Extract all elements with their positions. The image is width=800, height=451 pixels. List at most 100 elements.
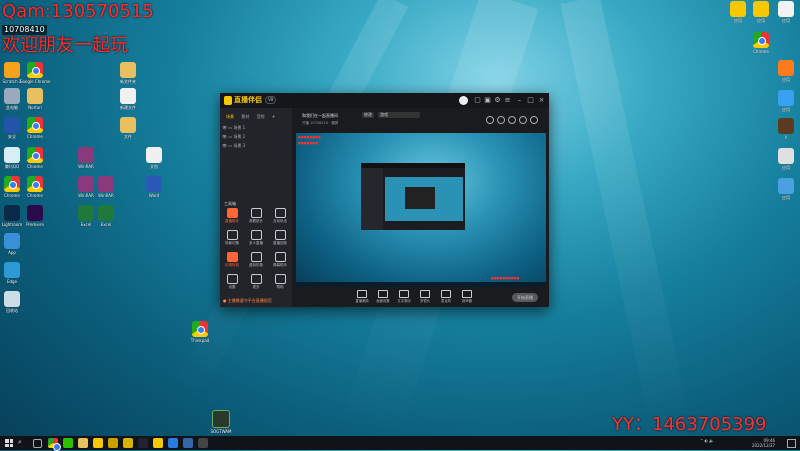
desktop-shortcut[interactable]: Google Chrome <box>19 62 51 84</box>
message-icon[interactable]: ▢ <box>474 97 481 104</box>
skin-icon[interactable]: ▣ <box>484 97 491 104</box>
desktop-shortcut[interactable]: Chrome <box>19 147 51 169</box>
desktop-shortcut[interactable]: 应用 <box>770 148 800 170</box>
preview-overlay-text: ■■■■■■■ <box>298 141 318 145</box>
desktop-shortcut[interactable]: Chrome <box>19 117 51 139</box>
avatar[interactable] <box>459 96 468 105</box>
toolbar-button[interactable]: 扬声器 <box>457 290 477 303</box>
live-preview[interactable]: ■■■■■■■■ ■■■■■■■ ■■■■■■■■■■ <box>296 133 546 287</box>
add-icon[interactable]: + <box>272 114 275 119</box>
desktop-shortcut[interactable]: App <box>0 233 28 255</box>
maximize-icon[interactable]: □ <box>527 97 534 104</box>
app-icon[interactable] <box>183 438 193 448</box>
desktop-shortcut[interactable]: 新建文件 <box>112 88 144 110</box>
menu-icon[interactable]: ≡ <box>504 97 511 104</box>
tray-icons[interactable]: ⌃ ◐ 🔈 <box>700 438 714 443</box>
scene-item[interactable]: 👁 ▭ 场景 2 <box>222 134 245 140</box>
toolbar-button[interactable]: 直播美颜 <box>352 290 372 303</box>
app-name: 直播伴侣 <box>234 96 262 104</box>
app-icon[interactable] <box>123 438 133 448</box>
toolbar-button[interactable]: 麦克风 <box>436 290 456 303</box>
avatar-icon <box>250 252 262 262</box>
record-icon[interactable] <box>508 116 516 124</box>
app-icon[interactable] <box>138 438 148 448</box>
streaming-app-window: 直播伴侣 V8 ▢ ▣ ⚙ ≡ – □ × 场景 素材 音频 + 👁 ▭ 场景 … <box>220 93 549 307</box>
tool-item[interactable]: 直播助手 <box>222 208 242 224</box>
tool-item[interactable]: 互动玩法 <box>270 208 290 224</box>
settings-icon[interactable]: ⚙ <box>494 97 501 104</box>
v-icon <box>778 118 794 134</box>
chrome-icon[interactable] <box>48 438 61 451</box>
screenshot-icon[interactable] <box>497 116 505 124</box>
start-live-button[interactable]: 开始直播 <box>512 293 538 302</box>
desktop-shortcut[interactable]: 应用 <box>770 178 800 200</box>
toolbar-button[interactable]: 画面设置 <box>373 290 393 303</box>
tab-assets[interactable]: 素材 <box>241 114 249 119</box>
clock[interactable]: 09:46 2022/12/27 <box>752 438 775 448</box>
room-category-button[interactable]: 游戏 <box>378 112 420 118</box>
display-icon <box>378 290 388 298</box>
tool-item[interactable]: 虚拟形象 <box>246 252 266 268</box>
minimize-icon[interactable]: – <box>516 97 523 104</box>
app-icon[interactable] <box>168 438 178 448</box>
desktop-shortcut[interactable]: 应用 <box>770 60 800 82</box>
desktop-shortcut[interactable]: Excel <box>90 205 122 227</box>
app-icon[interactable] <box>153 438 163 448</box>
tool-item[interactable]: 礼物特效 <box>222 252 242 268</box>
desktop-shortcut[interactable]: Word <box>138 176 170 198</box>
toolbar-button[interactable]: 文字滚动 <box>394 290 414 303</box>
tool-item[interactable]: 设置 <box>222 274 242 290</box>
desktop-shortcut[interactable]: Chrome <box>745 32 777 54</box>
desktop-shortcut[interactable]: Chrome <box>19 176 51 198</box>
desktop-shortcut[interactable]: V <box>770 118 800 140</box>
desktop-shortcut[interactable]: 文件 <box>112 117 144 139</box>
desktop-shortcut[interactable]: Edge <box>0 262 28 284</box>
tab-scenes[interactable]: 场景 <box>226 114 234 119</box>
desktop-shortcut-label: 回收站 <box>6 308 18 313</box>
tool-item[interactable]: 直播回放 <box>270 230 290 246</box>
close-icon[interactable]: × <box>538 97 545 104</box>
tool-label: 直播回放 <box>273 241 287 245</box>
tool-item[interactable]: 观看统计 <box>246 208 266 224</box>
tool-item[interactable]: 多人直播 <box>246 230 266 246</box>
toolbar-button[interactable]: 多镜头 <box>415 290 435 303</box>
desktop-shortcut[interactable]: 新文件夹 <box>112 62 144 84</box>
clock-date: 2022/12/27 <box>752 443 776 448</box>
desktop-shortcut[interactable]: Norton <box>19 88 51 110</box>
title-bar[interactable]: 直播伴侣 V8 ▢ ▣ ⚙ ≡ – □ × <box>220 93 549 108</box>
room-title[interactable]: 和我们在一起直播间 <box>302 113 338 119</box>
room-edit-button[interactable]: 修改 <box>362 112 374 118</box>
scene-item[interactable]: 👁 ▭ 场景 1 <box>222 125 245 131</box>
app-icon[interactable] <box>108 438 118 448</box>
desktop-shortcut[interactable]: Premiere <box>19 205 51 227</box>
task-view-icon[interactable] <box>33 439 42 448</box>
desktop-shortcut[interactable]: WinRAR <box>70 147 102 169</box>
desktop-shortcut[interactable]: 回收站 <box>0 291 28 313</box>
desktop-shortcut[interactable]: 应用 <box>770 90 800 112</box>
tool-item[interactable]: 弹幕助手 <box>270 252 290 268</box>
bell-icon[interactable] <box>519 116 527 124</box>
wechat-icon[interactable] <box>63 438 73 448</box>
share-icon[interactable] <box>530 116 538 124</box>
desktop-shortcut[interactable]: 应用 <box>770 1 800 23</box>
search-icon[interactable]: ⌕ <box>18 438 28 448</box>
tool-item[interactable]: 更多 <box>246 274 266 290</box>
scene-item[interactable]: 👁 ▭ 场景 3 <box>222 143 245 149</box>
desktop-shortcut[interactable]: 文档 <box>138 147 170 169</box>
camera-icon[interactable] <box>486 116 494 124</box>
desktop-shortcut-label: Word <box>148 193 160 198</box>
desktop-shortcut[interactable]: WinRAR <box>70 176 102 198</box>
app-icon[interactable] <box>198 438 208 448</box>
tool-item[interactable]: 帮助 <box>270 274 290 290</box>
streaming-app-icon[interactable] <box>93 438 103 448</box>
windows-start-icon[interactable] <box>5 439 13 447</box>
sidebar-notice[interactable]: ● 主播需遵守平台直播规范 <box>223 298 272 304</box>
folder-icon[interactable] <box>78 438 88 448</box>
notification-icon[interactable] <box>787 439 796 448</box>
tab-audio[interactable]: 音频 <box>257 114 265 119</box>
desktop-shortcut-chrome[interactable]: Thinkpad <box>184 321 216 343</box>
tool-item[interactable]: 场景切换 <box>222 230 242 246</box>
desktop-shortcut-label: Norton <box>28 105 42 110</box>
desktop-shortcut-app[interactable]: SOGTWAM <box>205 410 237 434</box>
tool-label: 观看统计 <box>249 219 263 223</box>
